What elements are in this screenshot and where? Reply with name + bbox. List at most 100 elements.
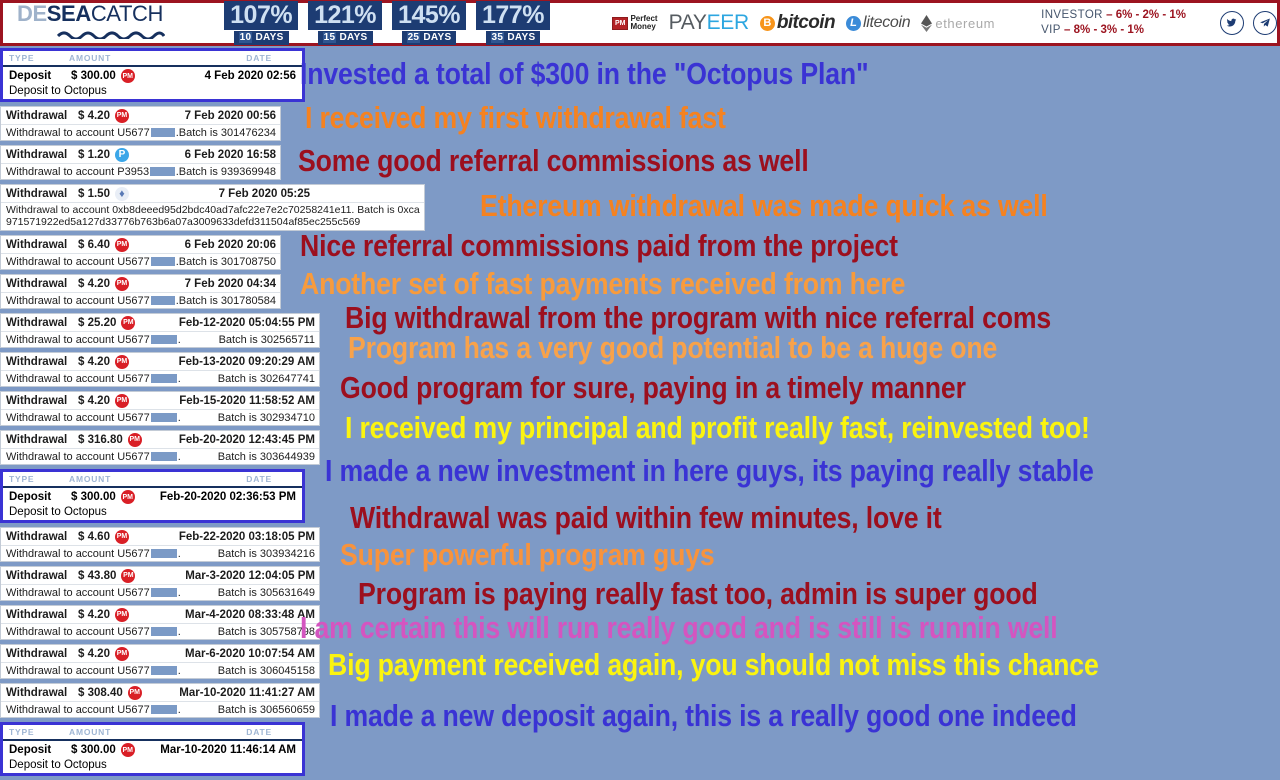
logo-part-sea: SEA <box>46 0 91 26</box>
plan-days: 15 DAYS <box>317 31 373 45</box>
perfect-money-coin-icon: PM <box>120 69 135 83</box>
transaction-amount: $ 4.20 <box>78 109 110 122</box>
redaction-block <box>150 167 175 176</box>
perfect-money-coin-icon: PM <box>121 315 136 330</box>
annotation-text: Super powerful program guys <box>340 537 715 572</box>
transaction-date: Mar-4-2020 08:33:48 AM <box>185 608 315 621</box>
account-text: Withdrawal to account U5677 <box>6 126 150 139</box>
plan-percent: 177% <box>476 1 550 30</box>
plan-badge[interactable]: 121% 15 DAYS <box>308 1 383 45</box>
social-links <box>1220 11 1277 35</box>
withdrawal-card: Withdrawal $ 316.80 PM Feb-20-2020 12:43:45… <box>0 430 320 465</box>
withdrawal-card: Withdrawal $ 4.20 PM 7 Feb 2020 00:56 Withdr… <box>0 106 281 141</box>
account-text: Withdrawal to account U5677 <box>6 547 150 560</box>
withdrawal-row: Withdrawal $ 1.50 ♦ 7 Feb 2020 05:25 <box>1 185 424 202</box>
transaction-date: 4 Feb 2020 02:56 <box>204 70 296 82</box>
withdrawal-row: Withdrawal $ 316.80 PM Feb-20-2020 12:43:45… <box>1 431 319 448</box>
transaction-type: Withdrawal <box>6 277 68 290</box>
transaction-detail: Deposit to Octopus <box>9 85 107 97</box>
account-text: Withdrawal to account U5677 <box>6 586 150 599</box>
redaction-block <box>150 588 177 597</box>
withdrawal-row: Withdrawal $ 4.20 PM 7 Feb 2020 00:56 <box>1 107 280 124</box>
table-header-row: TYPE AMOUNT DATE <box>3 472 302 488</box>
withdrawal-row: Withdrawal $ 4.20 PM Mar-6-2020 10:07:54 AM <box>1 645 319 662</box>
withdrawal-row: Withdrawal $ 25.20 PM Feb-12-2020 05:04:55 … <box>1 314 319 331</box>
account-text-end: . <box>177 372 181 385</box>
withdrawal-card: Withdrawal $ 4.20 PM Feb-13-2020 09:20:29 A… <box>0 352 320 387</box>
perfect-money-coin-icon: PM <box>120 743 135 757</box>
header-date: DATE <box>246 727 272 737</box>
redaction-block <box>150 627 177 636</box>
transaction-date: Mar-6-2020 10:07:54 AM <box>185 647 315 660</box>
plan-percent: 145% <box>392 1 466 30</box>
plan-badge[interactable]: 177% 35 DAYS <box>476 1 550 45</box>
plan-percent: 121% <box>308 1 383 30</box>
account-text-end: . <box>177 547 181 560</box>
account-text: Withdrawal to account U5677 <box>6 255 150 268</box>
account-text: Withdrawal to account U5677 <box>6 372 150 385</box>
annotation-text: Program has a very good potential to be … <box>348 330 998 365</box>
transaction-type: Withdrawal <box>6 316 68 329</box>
batch-id: Batch is 302934710 <box>217 411 315 424</box>
perfect-money-coin-icon: PM <box>121 568 136 583</box>
transaction-amount: $ 300.00 <box>71 744 116 756</box>
withdrawal-card: Withdrawal $ 4.20 PM Feb-15-2020 11:58:52 A… <box>0 391 320 426</box>
transaction-detail: Withdrawal to account P3953. Batch is 939… <box>1 163 280 179</box>
redaction-block <box>150 374 177 383</box>
header-type: TYPE <box>9 474 35 484</box>
telegram-icon[interactable] <box>1253 11 1277 35</box>
plan-badge[interactable]: 107% 10 DAYS <box>224 1 299 45</box>
transaction-date: Mar-3-2020 12:04:05 PM <box>185 569 315 582</box>
vip-label: VIP <box>1041 24 1061 36</box>
perfect-money-coin-icon: PM <box>114 393 129 408</box>
transaction-detail: Withdrawal to account U5677. Batch is 301… <box>1 292 280 308</box>
withdrawal-row: Withdrawal $ 1.20 P 6 Feb 2020 16:58 <box>1 146 280 163</box>
batch-id: Batch is 939369948 <box>178 165 276 178</box>
account-text: Withdrawal to account U5677 <box>6 450 150 463</box>
withdrawal-row: Withdrawal $ 4.20 PM Feb-15-2020 11:58:52 A… <box>1 392 319 409</box>
transaction-detail: Deposit to Octopus <box>9 506 107 518</box>
transaction-detail: Withdrawal to account U5677. Batch is 303… <box>1 448 319 464</box>
account-text: Withdrawal to account U5677 <box>6 703 150 716</box>
deposit-card: TYPE AMOUNT DATE Deposit $ 300.00 PM Mar-10-20… <box>0 722 305 776</box>
payeer-icon: PAYEER <box>668 11 750 34</box>
plan-percent: 107% <box>224 1 299 30</box>
plan-badge[interactable]: 145% 25 DAYS <box>392 1 466 45</box>
transaction-amount: $ 4.20 <box>78 394 110 407</box>
transaction-date: Feb-12-2020 05:04:55 PM <box>178 316 315 329</box>
transaction-type: Withdrawal <box>6 394 68 407</box>
deposit-row: Deposit $ 300.00 PM Feb-20-2020 02:36:53 PM <box>3 488 302 506</box>
site-header: DESEACATCH 107% 10 DAYS 121% 15 DAYS 145… <box>0 0 1280 46</box>
perfect-money-coin-icon: PM <box>114 354 129 369</box>
transaction-type: Withdrawal <box>6 148 68 161</box>
withdrawal-card: Withdrawal $ 6.40 PM 6 Feb 2020 20:06 Withdr… <box>0 235 281 270</box>
transaction-date: Feb-15-2020 11:58:52 AM <box>179 394 315 407</box>
batch-id: Batch is 303934216 <box>217 547 315 560</box>
withdrawal-card: Withdrawal $ 4.20 PM 7 Feb 2020 04:34 Withdr… <box>0 274 281 309</box>
withdrawal-row: Withdrawal $ 308.40 PM Mar-10-2020 11:41:27… <box>1 684 319 701</box>
transaction-amount: $ 4.60 <box>78 530 110 543</box>
withdrawal-card: Withdrawal $ 25.20 PM Feb-12-2020 05:04:55 … <box>0 313 320 348</box>
transaction-date: Feb-20-2020 12:43:45 PM <box>178 433 315 446</box>
transaction-amount: $ 25.20 <box>78 316 117 329</box>
header-date: DATE <box>246 474 272 484</box>
batch-id: Batch is 302647741 <box>217 372 315 385</box>
header-amount: AMOUNT <box>69 53 112 63</box>
transaction-type: Deposit <box>9 70 52 82</box>
account-text: Withdrawal to account U5677 <box>6 411 150 424</box>
deposit-card: TYPE AMOUNT DATE Deposit $ 300.00 PM Feb-20-20… <box>0 469 305 523</box>
annotation-text: I received my first withdrawal fast <box>305 100 726 135</box>
account-text: Withdrawal to account U5677 <box>6 625 150 638</box>
transaction-detail: Withdrawal to account U5677. Batch is 305… <box>1 623 319 639</box>
batch-id: Batch is 306560659 <box>217 703 315 716</box>
twitter-icon[interactable] <box>1220 11 1244 35</box>
transaction-amount: $ 1.50 <box>78 187 110 200</box>
site-logo[interactable]: DESEACATCH <box>17 0 210 44</box>
transaction-date: Feb-22-2020 03:18:05 PM <box>178 530 315 543</box>
transaction-list: TYPE AMOUNT DATE Deposit $ 300.00 PM 4 Feb 202… <box>0 48 425 780</box>
perfect-money-coin-icon: PM <box>127 685 142 700</box>
redaction-block <box>150 413 177 422</box>
annotation-text: Nice referral commissions paid from the … <box>300 228 898 263</box>
account-text-end: . <box>177 664 181 677</box>
transaction-date: 7 Feb 2020 05:25 <box>218 187 310 200</box>
